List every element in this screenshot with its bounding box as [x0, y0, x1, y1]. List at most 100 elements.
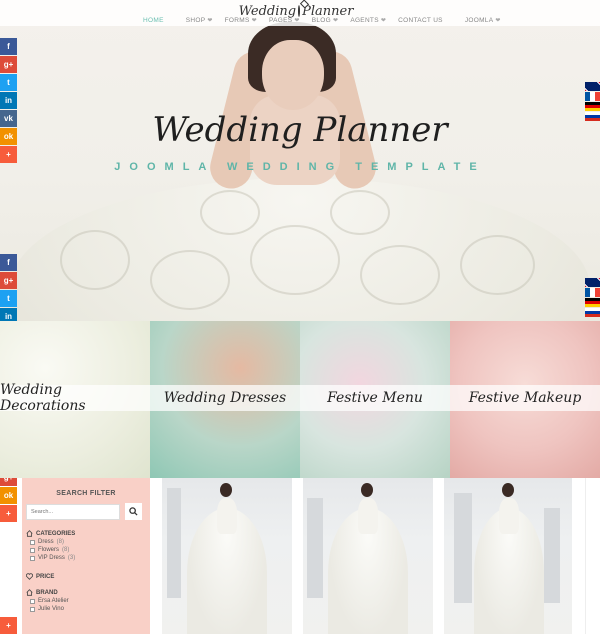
nav-item-label: SHOP	[185, 17, 206, 24]
heart-icon: ❤	[380, 18, 387, 24]
category-option[interactable]: VIP Dress (3)	[30, 555, 146, 561]
search-input[interactable]	[26, 503, 120, 520]
option-label: Ersa Atelier	[38, 598, 69, 604]
googleplus-icon[interactable]: g+	[0, 56, 17, 73]
flag-ru-icon[interactable]	[585, 308, 600, 317]
heart-icon	[26, 573, 33, 580]
share-plus-icon[interactable]: +	[0, 617, 17, 634]
nav-item-agents[interactable]: AGENTS ❤	[350, 17, 386, 24]
twitter-icon[interactable]: t	[0, 290, 17, 307]
heart-icon: ❤	[332, 18, 339, 24]
option-count: (3)	[67, 555, 76, 561]
hero-model-face	[262, 40, 324, 110]
hero-rose	[60, 230, 130, 290]
option-label: VIP Dress	[38, 555, 65, 561]
checkbox[interactable]	[30, 539, 35, 545]
category-label-band: Wedding Decorations	[0, 382, 150, 414]
search-button[interactable]	[125, 503, 142, 520]
category-tile[interactable]: Wedding Dresses	[150, 321, 300, 478]
nav-item-label: FORMS	[224, 17, 250, 24]
flag-de-icon[interactable]	[585, 102, 600, 111]
linkedin-icon[interactable]: in	[0, 92, 17, 109]
nav-item-blog[interactable]: BLOG ❤	[312, 17, 339, 24]
brand-heading[interactable]: BRAND	[26, 589, 146, 596]
nav-item-joomla[interactable]: JOOMLA ❤	[465, 17, 501, 24]
heart-icon: ❤	[207, 18, 213, 24]
hero-rose	[200, 190, 260, 235]
product-image-model	[220, 483, 232, 497]
hero-rose	[330, 190, 390, 235]
flag-en-icon[interactable]	[585, 278, 600, 287]
main-nav: HOME SHOP ❤ FORMS ❤ PAGES ❤ BLOG ❤ AGENTS ❤ CONTACT…	[143, 17, 501, 24]
flag-fr-icon[interactable]	[585, 288, 600, 297]
price-heading[interactable]: PRICE	[26, 573, 146, 580]
checkbox[interactable]	[30, 606, 35, 612]
hero-banner: Wedding Planner JOOMLA WEDDING TEMPLATE	[0, 0, 600, 321]
categories-heading[interactable]: CATEGORIES	[26, 530, 146, 537]
flag-en-icon[interactable]	[585, 82, 600, 91]
googleplus-icon[interactable]: g+	[0, 272, 17, 289]
hero-rose	[360, 245, 440, 305]
social-share-bar: fg+tinvkok+	[0, 38, 17, 164]
category-tile[interactable]: Wedding Decorations	[0, 321, 150, 478]
hero-subtitle: JOOMLA WEDDING TEMPLATE	[114, 161, 486, 173]
option-label: Julie Vino	[38, 606, 64, 612]
brand-option[interactable]: Ersa Atelier	[30, 598, 146, 604]
background-building	[167, 488, 181, 598]
nav-item-label: AGENTS	[350, 17, 379, 24]
odnoklassniki-icon[interactable]: ok	[0, 128, 17, 145]
heart-icon: ❤	[294, 18, 300, 24]
nav-item-label: PAGES	[268, 17, 293, 24]
category-tile[interactable]: Festive Makeup	[450, 321, 600, 478]
background-building	[544, 508, 560, 603]
nav-item-label: JOOMLA	[464, 17, 494, 24]
category-tile[interactable]: Festive Menu	[300, 321, 450, 478]
checkbox[interactable]	[30, 547, 35, 553]
nav-item-shop[interactable]: SHOP ❤	[186, 17, 213, 24]
checkbox[interactable]	[30, 598, 35, 604]
background-building	[307, 498, 323, 598]
product-card[interactable]	[444, 478, 572, 634]
option-label: Dress	[38, 539, 54, 545]
product-image-model	[502, 483, 514, 497]
checkbox[interactable]	[30, 555, 35, 561]
home-icon	[26, 589, 33, 596]
product-card[interactable]	[303, 478, 433, 634]
top-navigation-bar: Wedding Planner HOME SHOP ❤ FORMS ❤ PAGES ❤ BLO…	[0, 0, 600, 26]
product-card[interactable]	[162, 478, 292, 634]
category-label-band: Festive Menu	[300, 385, 450, 411]
twitter-icon[interactable]: t	[0, 74, 17, 91]
nav-item-contact-us[interactable]: CONTACT US	[398, 17, 443, 24]
product-image-bodice	[499, 498, 519, 534]
odnoklassniki-icon[interactable]: ok	[0, 487, 17, 504]
nav-item-label: HOME	[143, 17, 164, 24]
home-icon	[26, 530, 33, 537]
facebook-icon[interactable]: f	[0, 254, 17, 271]
category-label: Festive Menu	[327, 390, 423, 406]
option-count: (8)	[62, 547, 70, 553]
product-image-bodice	[358, 498, 378, 534]
nav-item-forms[interactable]: FORMS ❤	[225, 17, 257, 24]
share-plus-icon[interactable]: +	[0, 505, 17, 522]
product-image-model	[361, 483, 373, 497]
brand-heading-label: BRAND	[36, 589, 58, 596]
category-strip: Wedding Decorations Wedding Dresses Fest…	[0, 321, 600, 478]
nav-item-pages[interactable]: PAGES ❤	[269, 17, 300, 24]
facebook-icon[interactable]: f	[0, 38, 17, 55]
share-plus-icon[interactable]: +	[0, 146, 17, 163]
category-label-band: Wedding Dresses	[150, 385, 300, 411]
nav-item-home[interactable]: HOME	[143, 17, 164, 24]
flag-ru-icon[interactable]	[585, 112, 600, 121]
category-option[interactable]: Dress (8)	[30, 539, 146, 545]
language-switcher	[585, 82, 600, 122]
option-label: Flowers	[38, 547, 60, 553]
vk-icon[interactable]: vk	[0, 110, 17, 127]
flag-fr-icon[interactable]	[585, 92, 600, 101]
filter-title: SEARCH FILTER	[56, 490, 116, 497]
hero-rose	[250, 225, 340, 295]
nav-item-label: CONTACT US	[398, 17, 443, 24]
category-option[interactable]: Flowers (8)	[30, 547, 146, 553]
flag-de-icon[interactable]	[585, 298, 600, 307]
brand-option[interactable]: Julie Vino	[30, 606, 146, 612]
product-image-bodice	[217, 498, 237, 534]
